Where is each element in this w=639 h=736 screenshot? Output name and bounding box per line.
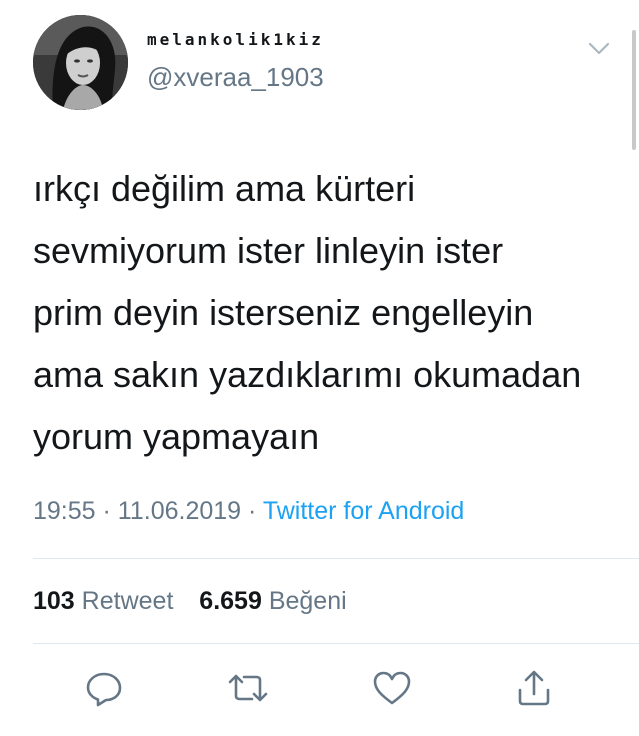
retweet-icon [228, 674, 268, 702]
tweet-meta: 19:55 · 11.06.2019 · Twitter for Android [33, 497, 464, 526]
action-bar [0, 666, 639, 710]
avatar[interactable] [33, 15, 128, 110]
retweet-label: Retweet [81, 587, 174, 615]
like-label: Beğeni [268, 587, 347, 615]
scrollbar[interactable] [632, 30, 636, 150]
like-count: 6.659 [199, 587, 262, 615]
share-button[interactable] [512, 666, 556, 710]
likes-stat[interactable]: 6.659 Beğeni [199, 587, 346, 615]
divider [33, 643, 639, 644]
user-handle[interactable]: @xveraa_1903 [147, 62, 324, 93]
chevron-down-icon[interactable] [586, 38, 612, 58]
tweet-line: prim deyin isterseniz engelleyin [33, 292, 534, 333]
tweet-source-link[interactable]: Twitter for Android [263, 497, 464, 525]
reply-icon [86, 672, 122, 707]
divider [33, 558, 639, 559]
tweet-line: ırkçı değilim ama kürteri [33, 168, 416, 209]
tweet-line: sevmiyorum ister linleyin ister [33, 230, 504, 271]
share-icon [518, 670, 550, 706]
tweet-stats: 103 Retweet 6.659 Beğeni [33, 587, 347, 616]
display-name[interactable]: melankolik1kiz [147, 30, 324, 49]
meta-separator: · [102, 497, 111, 525]
tweet-line: ama sakın yazdıklarımı okumadan [33, 354, 582, 395]
tweet-time: 19:55 [33, 497, 96, 525]
retweet-count: 103 [33, 587, 75, 615]
retweets-stat[interactable]: 103 Retweet [33, 587, 180, 615]
avatar-photo [33, 15, 128, 110]
retweet-button[interactable] [226, 666, 270, 710]
tweet-text: ırkçı değilim ama kürteri sevmiyorum ist… [33, 158, 618, 468]
tweet-date: 11.06.2019 [117, 497, 242, 525]
tweet-line: yorum yapmayaın [33, 416, 320, 457]
heart-icon [373, 671, 411, 705]
reply-button[interactable] [82, 666, 126, 710]
like-button[interactable] [370, 666, 414, 710]
meta-separator: · [248, 497, 257, 525]
